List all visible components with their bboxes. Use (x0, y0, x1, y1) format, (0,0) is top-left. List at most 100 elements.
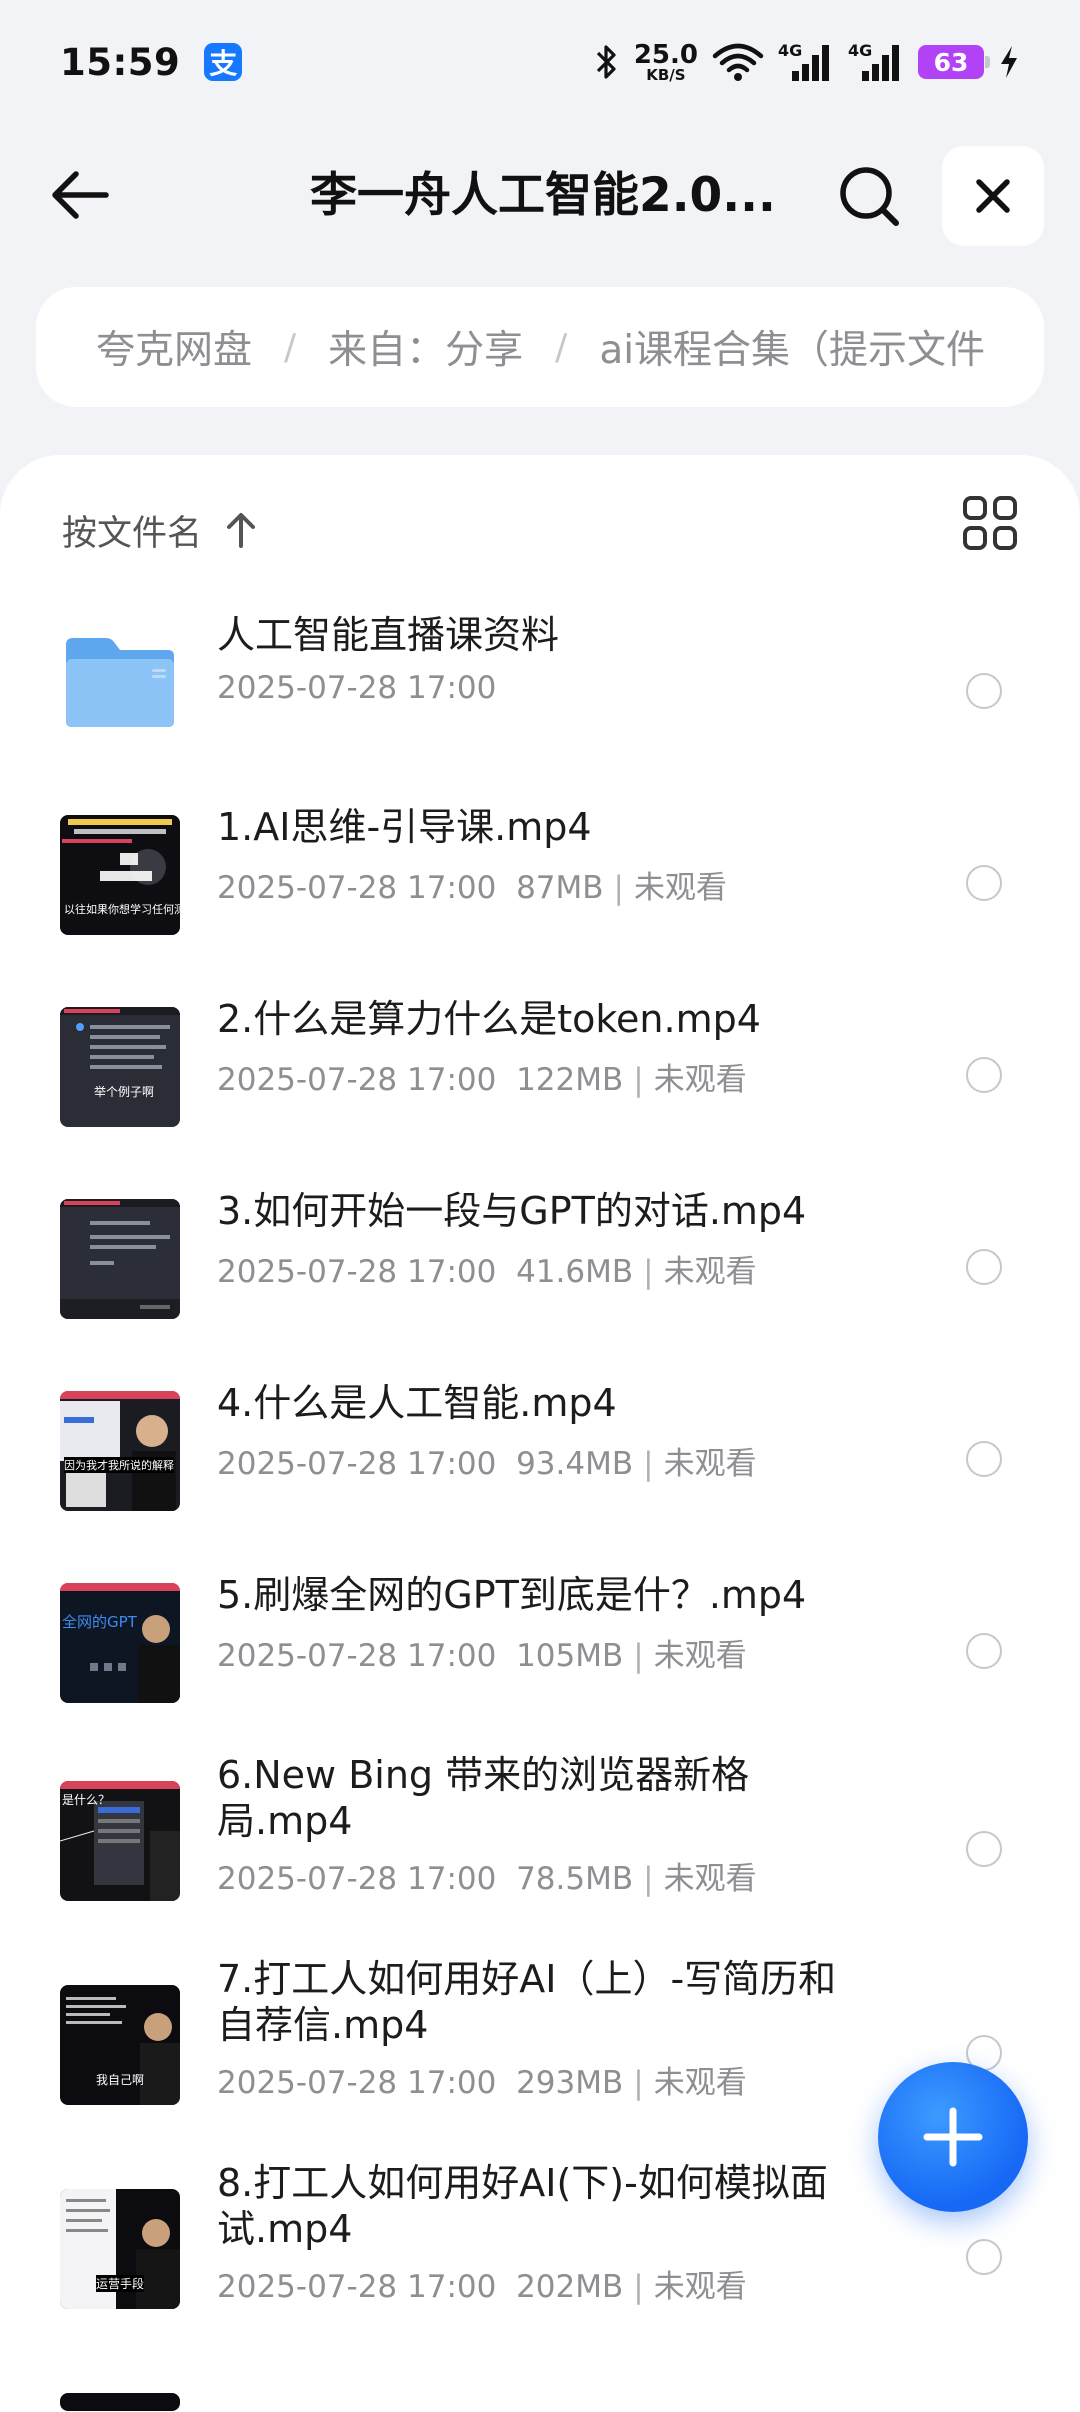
sort-label: 按文件名 (62, 513, 203, 554)
signal-icon: 4G (778, 41, 829, 81)
file-name: 6.New Bing 带来的浏览器新格局.mp4 (217, 1753, 750, 1843)
net-speed: 25.0 KB/S (633, 39, 698, 84)
file-date: 2025-07-28 17:00 (217, 870, 497, 906)
file-meta: 2025-07-28 17:00 (217, 670, 857, 706)
file-name: 5.刷爆全网的GPT到底是什？.mp4 (217, 1573, 807, 1617)
page-title: 李一舟人工智能2.0... (310, 168, 776, 223)
video-thumbnail: 是什么？ (60, 1781, 180, 1901)
video-thumbnail: 因为我才我所说的解释 (60, 1391, 180, 1511)
watch-status: 未观看 (653, 1062, 747, 1098)
breadcrumb-item-share[interactable]: 来自：分享 (328, 319, 523, 375)
search-button[interactable] (830, 162, 910, 232)
list-item[interactable]: 全网的GPT 5.刷爆全网的GPT到底是什？.mp4 2025-07-28 17… (0, 1547, 1080, 1739)
select-checkbox[interactable] (966, 1249, 1002, 1285)
thumbnail-caption: 全网的GPT (62, 1613, 137, 1631)
file-meta: 2025-07-28 17:00 105MB | 未观看 (217, 1638, 747, 1674)
video-thumbnail: 全网的GPT (60, 1583, 180, 1703)
alipay-icon: 支 (204, 43, 243, 81)
close-icon (976, 179, 1010, 213)
file-meta: 2025-07-28 17:00 122MB | 未观看 (217, 1062, 747, 1098)
video-thumbnail: 我自己啊 (60, 1985, 180, 2105)
bluetooth-icon (596, 45, 616, 79)
list-item[interactable]: 人工智能直播课资料 2025-07-28 17:00 (0, 587, 1080, 779)
file-date: 2025-07-28 17:00 (217, 1638, 497, 1674)
breadcrumb-item-root[interactable]: 夸克网盘 (96, 319, 252, 375)
list-item[interactable]: 举个例子啊 2.什么是算力什么是token.mp4 2025-07-28 17:… (0, 971, 1080, 1163)
select-checkbox[interactable] (966, 1633, 1002, 1669)
select-checkbox[interactable] (966, 1831, 1002, 1867)
thumbnail-caption: 因为我才我所说的解释 (64, 1457, 174, 1473)
video-thumbnail: 以往如果你想学习任何测 (60, 815, 180, 935)
file-date: 2025-07-28 17:00 (217, 1861, 497, 1897)
file-meta: 2025-07-28 17:00 41.6MB | 未观看 (217, 1254, 757, 1290)
select-checkbox[interactable] (966, 865, 1002, 901)
file-name: 8.打工人如何用好AI(下)-如何模拟面试.mp4 (217, 2161, 828, 2251)
breadcrumb-item-current[interactable]: ai课程合集（提示文件 (599, 319, 985, 375)
close-button[interactable] (942, 146, 1044, 246)
wifi-icon (712, 43, 764, 81)
watch-status: 未观看 (663, 1254, 757, 1290)
video-thumbnail (60, 2393, 180, 2411)
breadcrumb: 夸克网盘 / 来自：分享 / ai课程合集（提示文件 (36, 287, 1044, 407)
watch-status: 未观看 (663, 1861, 757, 1897)
video-thumbnail (60, 1199, 180, 1319)
video-thumbnail: 举个例子啊 (60, 1007, 180, 1127)
select-checkbox[interactable] (966, 1057, 1002, 1093)
file-size: 202MB (516, 2269, 624, 2305)
folder-icon (60, 623, 180, 743)
file-date: 2025-07-28 17:00 (217, 1254, 497, 1290)
list-item[interactable]: 是什么？ 6.New Bing 带来的浏览器新格局.mp4 2025-07-28… (0, 1739, 1080, 1943)
file-meta: 2025-07-28 17:00 93.4MB | 未观看 (217, 1446, 757, 1482)
file-size: 41.6MB (516, 1254, 634, 1290)
add-button[interactable] (878, 2062, 1028, 2212)
file-date: 2025-07-28 17:00 (217, 2269, 497, 2305)
list-item[interactable] (0, 2351, 1080, 2411)
back-button[interactable] (40, 163, 120, 227)
thumbnail-caption: 以往如果你想学习任何测 (64, 903, 180, 916)
status-icons: 25.0 KB/S 4G 4G 63 (594, 38, 1020, 86)
file-name: 1.AI思维-引导课.mp4 (217, 805, 592, 849)
thumbnail-caption: 运营手段 (96, 2275, 145, 2292)
file-date: 2025-07-28 17:00 (217, 1446, 497, 1482)
file-meta: 2025-07-28 17:00 87MB | 未观看 (217, 870, 727, 906)
file-size: 93.4MB (516, 1446, 634, 1482)
thumbnail-caption: 举个例子啊 (94, 1085, 155, 1099)
list-item[interactable]: 因为我才我所说的解释 4.什么是人工智能.mp4 2025-07-28 17:0… (0, 1355, 1080, 1547)
file-meta: 2025-07-28 17:00 202MB | 未观看 (217, 2269, 747, 2305)
signal-label: 4G (778, 41, 802, 60)
select-checkbox[interactable] (966, 1441, 1002, 1477)
charging-icon (1001, 46, 1017, 78)
sort-button[interactable]: 按文件名 (62, 495, 258, 565)
file-date: 2025-07-28 17:00 (217, 2065, 497, 2101)
watch-status: 未观看 (653, 2269, 747, 2305)
status-bar: 15:59 支 25.0 KB/S 4G 4G 63 (0, 0, 1080, 124)
file-meta: 2025-07-28 17:00 293MB | 未观看 (217, 2065, 747, 2101)
file-name: 人工智能直播课资料 (217, 613, 560, 657)
select-checkbox[interactable] (966, 2239, 1002, 2275)
grid-view-icon[interactable] (962, 495, 1018, 551)
file-name: 2.什么是算力什么是token.mp4 (217, 997, 761, 1041)
breadcrumb-separator: / (284, 326, 297, 368)
file-size: 78.5MB (516, 1861, 634, 1897)
select-checkbox[interactable] (966, 673, 1002, 709)
back-arrow-icon (52, 171, 109, 219)
file-size: 122MB (516, 1062, 624, 1098)
status-time: 15:59 (60, 40, 181, 84)
file-name: 7.打工人如何用好AI（上）-写简历和自荐信.mp4 (217, 1957, 837, 2047)
title-bar: 李一舟人工智能2.0... (0, 140, 1080, 250)
breadcrumb-separator: / (555, 326, 568, 368)
arrow-up-icon (227, 513, 256, 548)
battery-level: 63 (933, 47, 969, 77)
file-date: 2025-07-28 17:00 (217, 1062, 497, 1098)
battery-icon: 63 (918, 45, 990, 79)
file-size: 87MB (516, 870, 604, 906)
thumbnail-caption: 我自己啊 (96, 2073, 145, 2087)
file-date: 2025-07-28 17:00 (217, 670, 497, 706)
list-item[interactable]: 3.如何开始一段与GPT的对话.mp4 2025-07-28 17:00 41.… (0, 1163, 1080, 1355)
watch-status: 未观看 (634, 870, 727, 906)
watch-status: 未观看 (653, 1638, 747, 1674)
plus-icon (923, 2107, 983, 2167)
watch-status: 未观看 (663, 1446, 757, 1482)
list-item[interactable]: 以往如果你想学习任何测 1.AI思维-引导课.mp4 2025-07-28 17… (0, 779, 1080, 971)
watch-status: 未观看 (653, 2065, 747, 2101)
